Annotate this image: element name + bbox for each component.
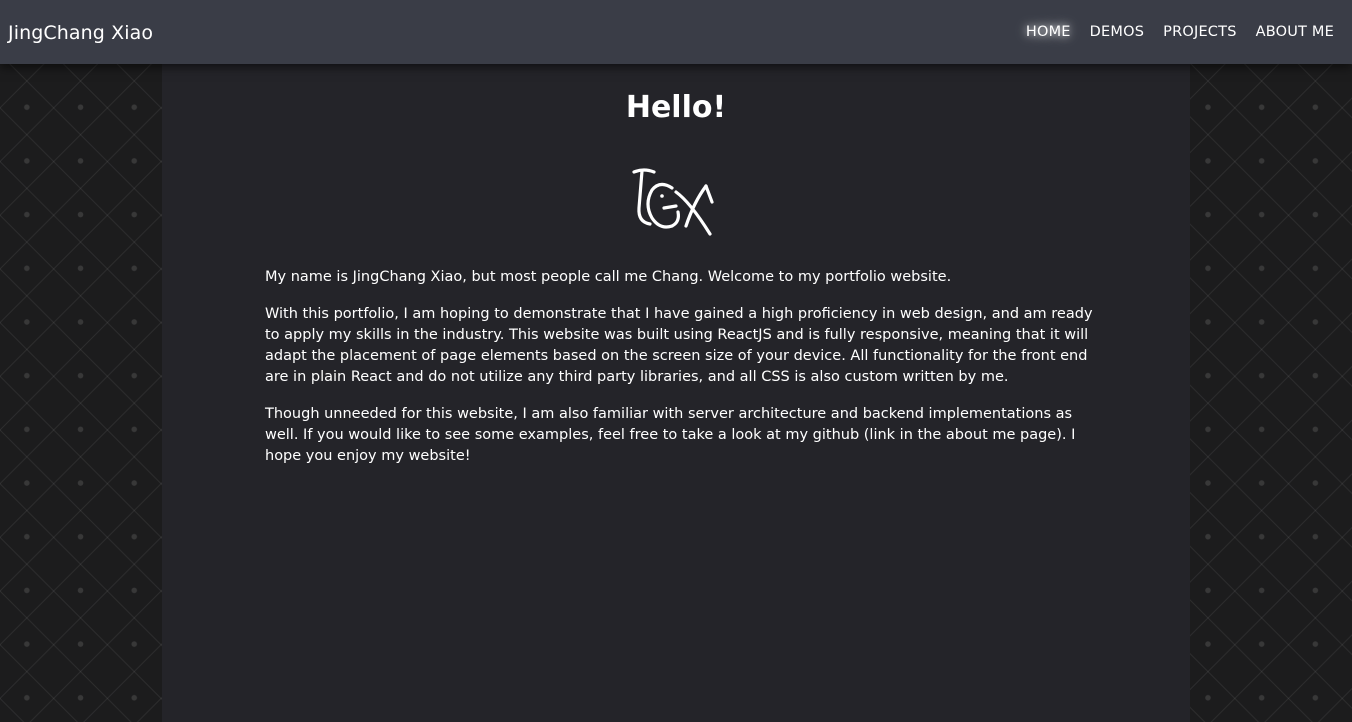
page-title: Hello! bbox=[625, 90, 727, 125]
intro-paragraph-2: With this portfolio, I am hoping to demo… bbox=[265, 306, 1093, 385]
main-content-panel: Hello! My name is JingChang Xiao, but mo… bbox=[162, 64, 1190, 722]
nav-link-projects[interactable]: PROJECTS bbox=[1163, 24, 1236, 40]
intro-paragraph-3: Though unneeded for this website, I am a… bbox=[265, 406, 1076, 464]
jcx-monogram-logo-icon bbox=[632, 168, 714, 236]
nav-link-demos[interactable]: DEMOS bbox=[1090, 24, 1144, 40]
nav-link-about-me[interactable]: ABOUT ME bbox=[1256, 24, 1334, 40]
nav-menu: HOME DEMOS PROJECTS ABOUT ME bbox=[1007, 0, 1334, 64]
top-navbar: JingChang Xiao HOME DEMOS PROJECTS ABOUT… bbox=[0, 0, 1352, 64]
nav-link-home[interactable]: HOME bbox=[1026, 24, 1071, 40]
intro-text: My name is JingChang Xiao, but most peop… bbox=[265, 267, 1095, 483]
intro-paragraph-1: My name is JingChang Xiao, but most peop… bbox=[265, 269, 952, 285]
site-brand[interactable]: JingChang Xiao bbox=[8, 0, 153, 66]
